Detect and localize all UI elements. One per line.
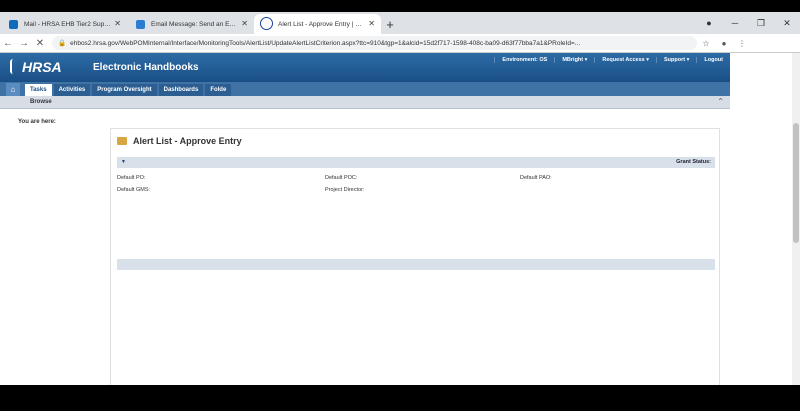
collapse-icon[interactable]: ⌃ [717,97,724,106]
hhs-eagle-icon [10,59,21,74]
home-icon[interactable]: ⌂ [6,83,20,96]
stop-icon[interactable]: ✕ [32,38,48,49]
page-title: Alert List - Approve Entry [117,136,242,146]
tab-tasks[interactable]: Tasks [25,84,52,96]
environment-label: Environment: OS [494,56,554,63]
browser-tab-mail[interactable]: Mail - HRSA EHB Tier2 Support - ✕ [0,14,127,34]
tab-title: Mail - HRSA EHB Tier2 Support - [24,20,112,28]
default-pao-label: Default PAO: [520,175,552,181]
browser-tab-email[interactable]: Email Message: Send an Email - G ✕ [127,14,254,34]
default-gms-label: Default GMS: [117,187,151,193]
app-title: Electronic Handbooks [93,62,199,73]
browser-tab-alert-list[interactable]: Alert List - Approve Entry | PQC ✕ [254,14,381,34]
default-poc-label: Default POC: [325,175,358,181]
default-po-label: Default PO: [117,175,146,181]
top-links: Environment: OS MBright ▾ Request Access… [494,53,730,66]
close-icon[interactable]: ✕ [241,19,248,28]
tab-title: Email Message: Send an Email - G [151,20,239,28]
tab-activities[interactable]: Activities [53,84,91,96]
breadcrumb: You are here: [18,119,56,125]
latest-award-header[interactable] [117,259,715,270]
window-controls: ● ─ ❐ ✕ [696,12,800,34]
collapse-arrow-icon: ▼ [121,159,126,165]
page-scrollbar[interactable] [792,53,800,385]
loading-icon [260,17,273,30]
tab-folders[interactable]: Folde [205,84,232,96]
forward-icon[interactable]: → [16,38,32,49]
star-icon[interactable]: ☆ [697,39,715,48]
browse-link[interactable]: Browse [30,99,52,105]
support-menu[interactable]: Support ▾ [655,56,696,63]
project-director-label: Project Director: [325,187,365,193]
close-icon[interactable]: ✕ [114,19,121,28]
url-text: ehbos2.hrsa.gov/WebPOMInternal/Interface… [70,39,581,47]
close-icon[interactable]: ✕ [368,19,375,28]
sub-nav: Browse ⌃ [0,96,730,109]
tab-title: Alert List - Approve Entry | PQC [278,20,366,28]
close-window-button[interactable]: ✕ [774,18,800,29]
user-menu[interactable]: MBright ▾ [554,56,594,63]
summary-section-header[interactable]: ▼ Grant Status: [117,157,715,168]
profile-icon[interactable]: ● [715,39,733,48]
tab-dashboards[interactable]: Dashboards [158,84,204,96]
address-bar[interactable]: 🔒 ehbos2.hrsa.gov/WebPOMInternal/Interfa… [52,36,697,50]
browser-tab-bar: Mail - HRSA EHB Tier2 Support - ✕ Email … [0,12,800,34]
site-header: HRSA Electronic Handbooks Environment: O… [0,53,730,82]
request-access-menu[interactable]: Request Access ▾ [594,56,656,63]
folder-icon [117,137,127,145]
tab-program-oversight[interactable]: Program Oversight [92,84,157,96]
back-icon[interactable]: ← [0,38,16,49]
scrollbar-thumb[interactable] [793,123,799,243]
logout-link[interactable]: Logout [696,56,730,63]
email-icon [136,20,145,29]
lock-icon: 🔒 [58,40,67,47]
record-icon[interactable]: ● [696,18,722,28]
address-toolbar: ← → ✕ 🔒 ehbos2.hrsa.gov/WebPOMInternal/I… [0,34,800,53]
main-nav: ⌂ Tasks Activities Program Oversight Das… [0,82,730,96]
new-tab-button[interactable]: + [381,14,399,34]
content-panel: Alert List - Approve Entry ▼ Grant Statu… [110,128,720,385]
page-content: HRSA Electronic Handbooks Environment: O… [0,53,800,385]
menu-icon[interactable]: ⋮ [733,39,751,48]
minimize-button[interactable]: ─ [722,18,748,28]
hrsa-logo[interactable]: HRSA [22,59,62,75]
maximize-button[interactable]: ❐ [748,18,774,29]
page-title-text: Alert List - Approve Entry [133,136,242,146]
outlook-icon [9,20,18,29]
grant-status-label: Grant Status: [676,159,711,165]
